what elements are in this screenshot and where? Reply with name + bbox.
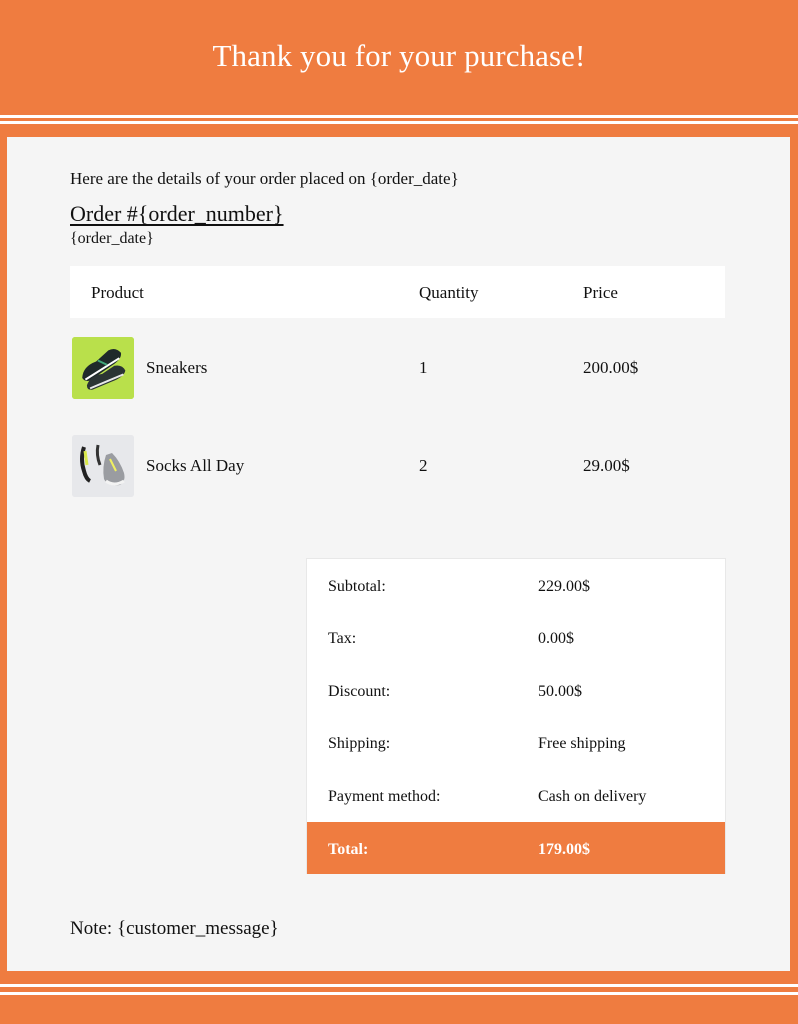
footer-divider-line	[0, 992, 798, 995]
item-price: 29.00$	[583, 456, 630, 475]
order-date: {order_date}	[70, 230, 154, 247]
table-row: Sneakers 1 200.00$	[70, 334, 725, 404]
column-header-product: Product	[91, 283, 144, 302]
shipping-label: Shipping:	[328, 735, 391, 752]
table-row: Socks All Day 2 29.00$	[70, 432, 725, 502]
payment-method-label: Payment method:	[328, 788, 441, 805]
email-page: Thank you for your purchase! Here are th…	[0, 0, 798, 1024]
payment-method-value: Cash on delivery	[538, 788, 647, 805]
items-table-header: Product Quantity Price	[70, 266, 725, 318]
item-name[interactable]: Socks All Day	[146, 456, 244, 476]
item-quantity: 1	[419, 358, 428, 377]
item-price: 200.00$	[583, 358, 639, 377]
shipping-value: Free shipping	[538, 735, 626, 752]
socks-image[interactable]	[72, 435, 134, 497]
header-divider-line	[0, 115, 798, 118]
email-header: Thank you for your purchase!	[0, 0, 798, 112]
footer-divider-line	[0, 984, 798, 987]
header-divider-line	[0, 121, 798, 124]
subtotal-value: 229.00$	[538, 578, 590, 595]
subtotal-label: Subtotal:	[328, 578, 386, 595]
discount-value: 50.00$	[538, 683, 582, 700]
discount-row: Discount: 50.00$	[307, 664, 725, 716]
order-totals-table: Subtotal: 229.00$ Tax: 0.00$ Discount: 5…	[306, 558, 726, 874]
column-header-quantity: Quantity	[419, 283, 479, 302]
total-label: Total:	[328, 841, 369, 858]
sneakers-image[interactable]	[72, 337, 134, 399]
item-name[interactable]: Sneakers	[146, 358, 207, 378]
total-row: Total: 179.00$	[307, 822, 725, 874]
tax-label: Tax:	[328, 630, 357, 647]
payment-method-row: Payment method: Cash on delivery	[307, 769, 725, 821]
total-value: 179.00$	[538, 841, 590, 858]
header-title: Thank you for your purchase!	[212, 38, 586, 73]
tax-value: 0.00$	[538, 630, 574, 647]
order-intro-text: Here are the details of your order place…	[70, 169, 459, 188]
shipping-row: Shipping: Free shipping	[307, 716, 725, 768]
customer-note: Note: {customer_message}	[70, 918, 279, 939]
tax-row: Tax: 0.00$	[307, 611, 725, 663]
order-content-panel: Here are the details of your order place…	[7, 137, 790, 971]
item-quantity: 2	[419, 456, 428, 475]
discount-label: Discount:	[328, 683, 391, 700]
column-header-price: Price	[583, 283, 618, 302]
order-number-link[interactable]: Order #{order_number}	[70, 201, 284, 227]
subtotal-row: Subtotal: 229.00$	[307, 559, 725, 611]
